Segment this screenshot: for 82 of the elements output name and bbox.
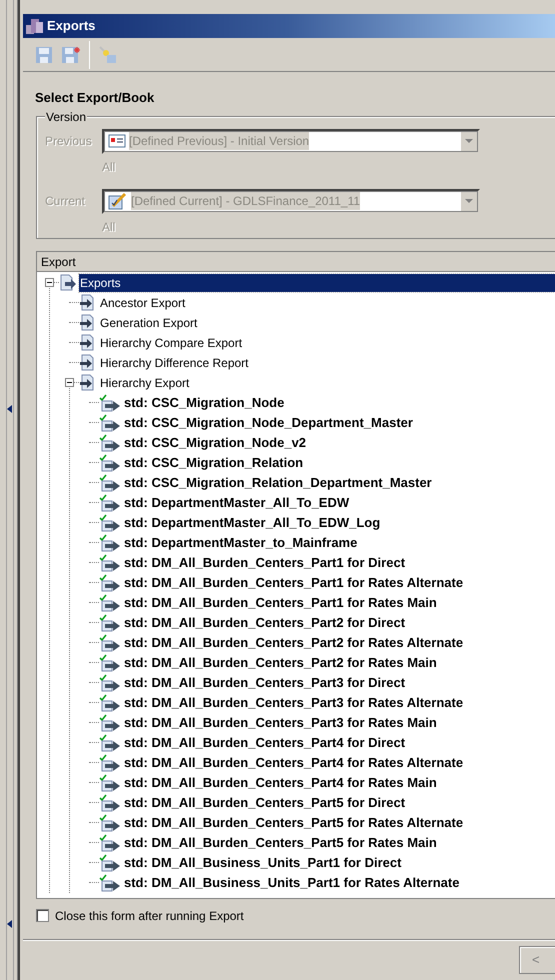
tree-item[interactable]: std: DM_All_Burden_Centers_Part2 for Direct	[123, 612, 406, 632]
checked-export-icon	[99, 454, 121, 472]
tree-item[interactable]: std: DM_All_Burden_Centers_Part5 for Rates Alternate	[123, 812, 464, 832]
checked-export-icon	[99, 434, 121, 452]
card-icon	[108, 133, 126, 149]
collapse-toggle[interactable]	[45, 278, 54, 287]
checked-export-icon	[99, 414, 121, 432]
checked-export-icon	[99, 534, 121, 552]
checked-export-icon	[99, 754, 121, 772]
field-label: Previous	[45, 133, 93, 150]
tree-item[interactable]: std: DM_All_Burden_Centers_Part3 for Rates Alternate	[123, 692, 464, 712]
checked-export-icon	[99, 474, 121, 492]
collapse-arrow-icon[interactable]	[7, 920, 12, 928]
scope-label: All	[102, 158, 116, 176]
tree-item[interactable]: std: DM_All_Business_Units_Part1 for Direct	[123, 852, 402, 872]
tree-item[interactable]: std: DM_All_Business_Units_Part1 for Rates Alternate	[123, 872, 460, 892]
tree-item[interactable]: std: DM_All_Burden_Centers_Part3 for Rates Main	[123, 712, 438, 732]
tree-item[interactable]: Hierarchy Compare Export	[99, 334, 244, 352]
checked-export-icon	[99, 554, 121, 572]
tree-item[interactable]: std: DepartmentMaster_All_To_EDW	[123, 492, 350, 512]
checked-export-icon	[99, 654, 121, 672]
tree-item[interactable]: Hierarchy Export	[99, 374, 190, 392]
collapse-toggle[interactable]	[65, 378, 74, 387]
tree-item[interactable]: Ancestor Export	[99, 294, 186, 312]
checked-export-icon	[99, 514, 121, 532]
tree-item[interactable]: std: DM_All_Burden_Centers_Part1 for Rates Alternate	[123, 572, 464, 592]
scope-label: All	[102, 218, 116, 236]
tree-item[interactable]: std: CSC_Migration_Relation	[123, 452, 304, 472]
checked-export-icon	[99, 734, 121, 752]
tree-item[interactable]: std: DM_All_Burden_Centers_Part5 for Direct	[123, 792, 406, 812]
export-folder-icon	[59, 274, 77, 291]
dropdown-value: [Defined Current] - GDLSFinance_2011_11	[131, 192, 360, 210]
tree-item[interactable]: std: DM_All_Burden_Centers_Part4 for Rates Main	[123, 772, 438, 792]
tree-item[interactable]: std: CSC_Migration_Relation_Department_Master	[123, 472, 433, 492]
collapse-arrow-icon[interactable]	[7, 405, 12, 413]
tree-item[interactable]: std: CSC_Migration_Node	[123, 392, 286, 412]
window-title: Exports	[47, 17, 96, 36]
section-heading: Select Export/Book	[35, 89, 156, 107]
tree-item[interactable]: std: DM_All_Burden_Centers_Part1 for Rates Main	[123, 592, 438, 612]
tree-item[interactable]: Generation Export	[99, 314, 198, 332]
tree-item[interactable]: std: CSC_Migration_Node_v2	[123, 432, 308, 452]
tree-item[interactable]: std: DM_All_Burden_Centers_Part5 for Rates Main	[123, 832, 438, 852]
dropdown-button[interactable]	[460, 130, 478, 152]
tree-item[interactable]: std: DM_All_Burden_Centers_Part2 for Rates Alternate	[123, 632, 464, 652]
dropdown-value: [Defined Previous] - Initial Version	[129, 132, 310, 150]
minus-icon	[47, 280, 52, 285]
checked-export-icon	[99, 574, 121, 592]
checked-export-icon	[99, 634, 121, 652]
checked-export-icon	[99, 794, 121, 812]
checked-export-icon	[99, 834, 121, 852]
tree-item[interactable]: std: DM_All_Burden_Centers_Part1 for Direct	[123, 552, 406, 572]
tree-item[interactable]: std: CSC_Migration_Node_Department_Master	[123, 412, 414, 432]
tree-item[interactable]: Exports	[79, 274, 555, 292]
checked-export-icon	[99, 854, 121, 872]
minus-icon	[67, 380, 72, 385]
column-header[interactable]: Export	[37, 252, 555, 272]
checked-export-icon	[99, 614, 121, 632]
checked-export-icon	[99, 814, 121, 832]
checkbox[interactable]	[36, 909, 49, 922]
tree-item[interactable]: std: DepartmentMaster_All_To_EDW_Log	[123, 512, 382, 532]
checked-export-icon	[99, 774, 121, 792]
caret-icon	[465, 199, 473, 203]
tree-item[interactable]: std: DepartmentMaster_to_Mainframe	[123, 532, 358, 552]
tree-item[interactable]: std: DM_All_Burden_Centers_Part4 for Direct	[123, 732, 406, 752]
checked-export-icon	[99, 694, 121, 712]
checked-export-icon	[99, 494, 121, 512]
dropdown-button[interactable]	[460, 190, 478, 212]
tree-item[interactable]: std: DM_All_Burden_Centers_Part4 for Rates Alternate	[123, 752, 464, 772]
checked-export-icon	[99, 674, 121, 692]
save-new-icon[interactable]	[61, 46, 81, 64]
checked-export-icon	[99, 394, 121, 412]
field-label: Current	[45, 193, 86, 210]
app-icon	[25, 17, 45, 35]
pencil-document-icon	[108, 192, 128, 210]
checkbox-label[interactable]: Close this form after running Export	[55, 906, 244, 924]
checked-export-icon	[99, 714, 121, 732]
checked-export-icon	[99, 874, 121, 892]
checked-export-icon	[99, 594, 121, 612]
tree-item[interactable]: std: DM_All_Burden_Centers_Part3 for Direct	[123, 672, 406, 692]
tree-item[interactable]: std: DM_All_Burden_Centers_Part2 for Rates Main	[123, 652, 438, 672]
tree-item[interactable]: Hierarchy Difference Report	[99, 354, 250, 372]
caret-icon	[465, 139, 473, 143]
